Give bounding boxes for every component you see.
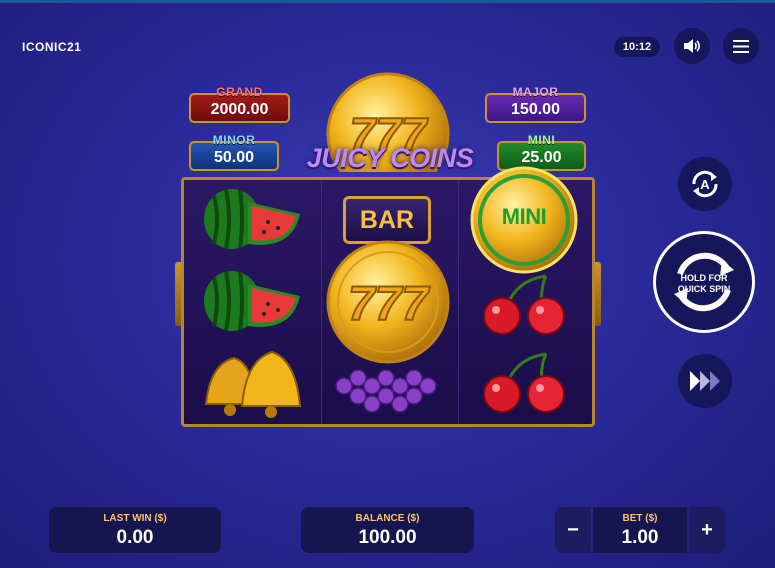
watermelon-icon [204, 271, 300, 331]
jackpot-major-label: MAJOR [512, 85, 559, 99]
balance-value: 100.00 [358, 527, 417, 548]
jackpot-minor-label: MINOR [212, 133, 256, 147]
sound-icon [684, 39, 700, 53]
balance-panel: BALANCE ($) 100.00 [301, 507, 474, 553]
bet-panel: BET ($) 1.00 [593, 507, 687, 553]
game-title: JUICY COINS [306, 143, 474, 173]
mini-coin-text: MINI [501, 204, 547, 229]
menu-icon [733, 39, 749, 53]
last-win-panel: LAST WIN ($) 0.00 [49, 507, 221, 553]
watermelon-icon [204, 189, 300, 249]
quick-spin-button[interactable]: HOLD FOR QUICK SPIN [653, 231, 755, 333]
jackpot-mini-label: MINI [527, 133, 556, 147]
last-win-value: 0.00 [116, 527, 154, 548]
reel-divider [321, 180, 322, 424]
bet-value: 1.00 [621, 527, 659, 548]
bet-label: BET ($) [622, 513, 658, 524]
seven-coin-icon: 777 [326, 240, 450, 364]
quick-spin-label-line1: HOLD FOR [680, 273, 728, 283]
sound-button[interactable] [674, 28, 710, 64]
quick-spin-label-line2: QUICK SPIN [677, 284, 731, 294]
logo-text: ICONIC21 [22, 40, 82, 54]
turbo-button[interactable] [678, 354, 732, 408]
bells-icon [204, 350, 302, 418]
bet-decrease-button[interactable]: − [555, 507, 591, 553]
svg-text:777: 777 [348, 278, 430, 331]
last-win-label: LAST WIN ($) [103, 513, 167, 524]
turbo-icon [690, 371, 720, 391]
quick-spin-label: HOLD FOR QUICK SPIN [656, 273, 752, 295]
clock: 10:12 [614, 37, 660, 57]
autoplay-icon: A [692, 170, 718, 198]
jackpot-major: MAJOR 150.00 [485, 85, 586, 123]
reel-divider [458, 180, 459, 424]
bar-symbol: BAR [343, 196, 431, 244]
balance-label: BALANCE ($) [355, 513, 420, 524]
jackpot-grand-label: GRAND [216, 85, 263, 99]
bet-increase-button[interactable]: + [689, 507, 725, 553]
top-border [0, 0, 775, 3]
jackpot-minor: MINOR 50.00 [189, 133, 279, 171]
svg-text:A: A [700, 177, 710, 192]
grapes-icon [335, 369, 437, 413]
cherries-icon [483, 274, 565, 335]
cherries-icon [483, 352, 565, 413]
jackpot-grand: GRAND 2000.00 [189, 85, 290, 123]
brand-logo: ICONIC21 [22, 40, 81, 54]
menu-button[interactable] [723, 28, 759, 64]
autoplay-button[interactable]: A [678, 157, 732, 211]
